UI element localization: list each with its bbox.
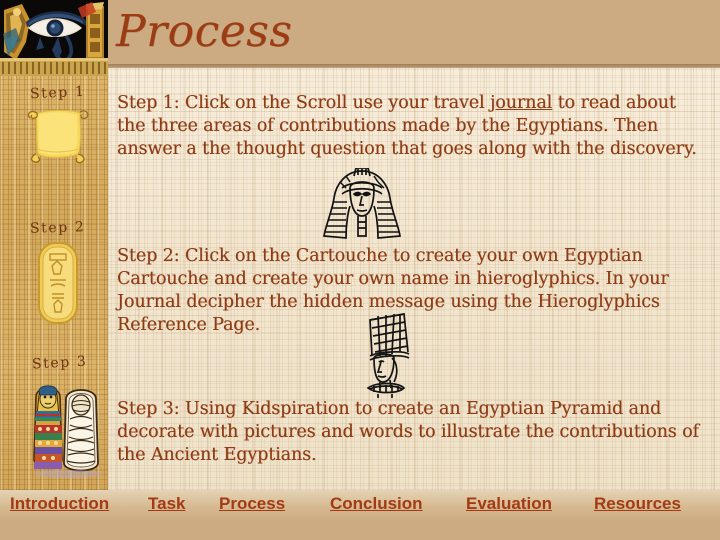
- step-2-paragraph: Step 2: Click on the Cartouche to create…: [117, 245, 702, 337]
- step-2-text: Step 2: Click on the Cartouche to create…: [117, 246, 669, 335]
- pharaoh-head-image: [316, 167, 408, 249]
- journal-link[interactable]: journal: [490, 93, 552, 113]
- sidebar-step-label-2: Step 2: [29, 219, 86, 237]
- navigation-bar: Introduction Task Process Conclusion Eva…: [0, 494, 720, 520]
- nav-link-task[interactable]: Task: [148, 494, 186, 514]
- slide-process: Process Step 1 Step 2 Step 3 Step 1: Cli…: [0, 0, 720, 540]
- nav-link-introduction[interactable]: Introduction: [10, 494, 109, 514]
- scroll-image[interactable]: [24, 104, 94, 171]
- step-3-text: Step 3: Using Kidspiration to create an …: [117, 399, 699, 465]
- sarcophagus-icon: [33, 385, 102, 478]
- scroll-icon: [27, 110, 89, 164]
- bottom-band: [0, 520, 720, 540]
- cartouche-icon: [38, 242, 78, 324]
- nav-link-resources[interactable]: Resources: [594, 494, 681, 514]
- step-1-paragraph: Step 1: Click on the Scroll use your tra…: [117, 92, 697, 161]
- nav-link-process[interactable]: Process: [219, 494, 285, 514]
- sidebar-step-label-3: Step 3: [31, 353, 88, 373]
- nav-link-evaluation[interactable]: Evaluation: [466, 494, 552, 514]
- step-3-paragraph: Step 3: Using Kidspiration to create an …: [117, 398, 705, 467]
- cartouche-image[interactable]: [36, 240, 80, 331]
- header-shadow: [0, 64, 720, 69]
- pharaoh-head-icon: [323, 167, 401, 239]
- eye-of-horus-icon: [0, 0, 108, 76]
- eye-of-horus-image: [0, 0, 108, 76]
- page-title: Process: [116, 6, 293, 57]
- header-bar: [0, 0, 720, 68]
- sarcophagus-image[interactable]: [20, 375, 108, 484]
- nav-link-conclusion[interactable]: Conclusion: [330, 494, 423, 514]
- step-1-text-prefix: Step 1: Click on the Scroll use your tra…: [117, 93, 490, 113]
- sidebar-step-label-1: Step 1: [29, 83, 86, 103]
